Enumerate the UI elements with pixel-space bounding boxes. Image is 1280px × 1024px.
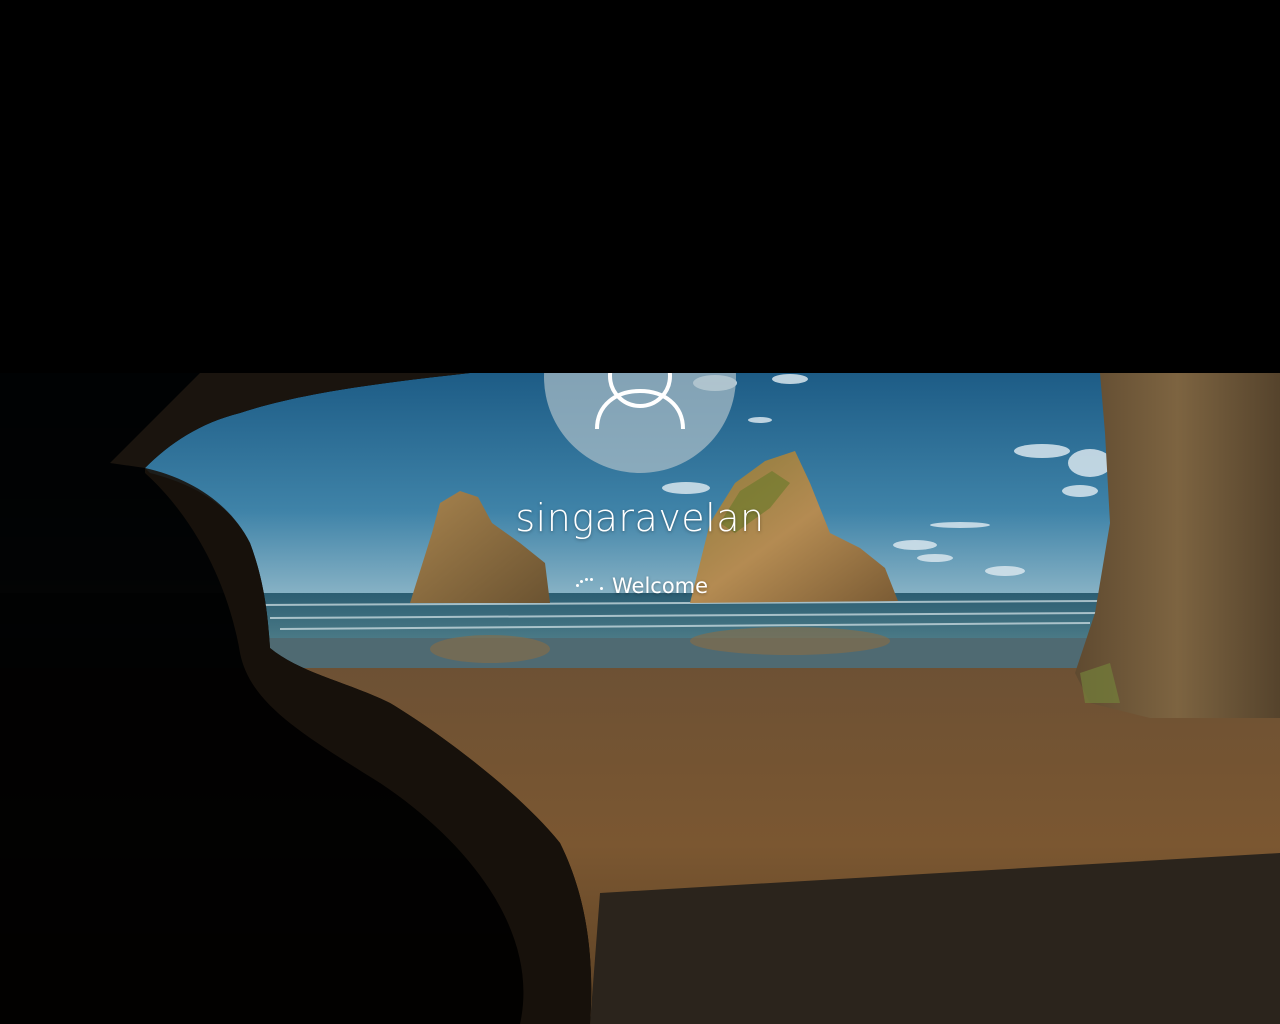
- black-top-band: [0, 0, 1280, 373]
- user-avatar: [544, 373, 736, 483]
- user-silhouette-icon: [595, 373, 685, 430]
- signin-status: Welcome: [570, 570, 708, 602]
- loading-spinner-icon: [570, 575, 606, 597]
- username-label: singaravelan: [515, 496, 765, 540]
- lock-screen: singaravelan Welcome: [0, 0, 1280, 1024]
- status-text: Welcome: [612, 574, 709, 598]
